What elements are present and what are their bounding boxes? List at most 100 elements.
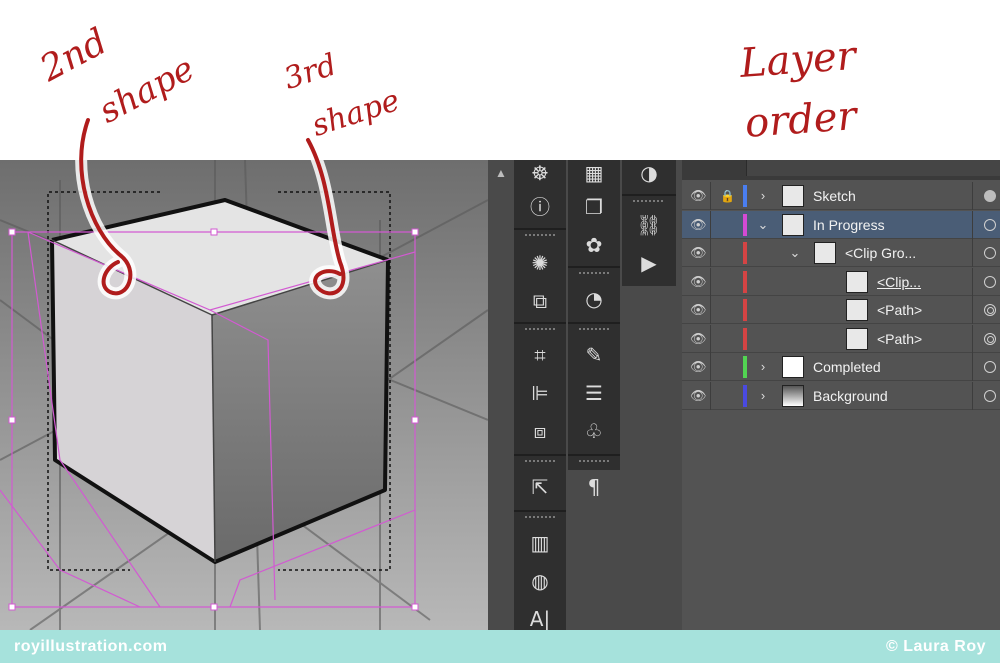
target-circle-icon[interactable]: [984, 218, 996, 231]
panel-grip[interactable]: [579, 272, 609, 276]
chevron-down-icon[interactable]: ⌄: [788, 245, 802, 261]
layer-row[interactable]: 👁 <Clip...: [682, 267, 1000, 296]
layer-row[interactable]: 👁 🔒 › Sketch: [682, 182, 1000, 210]
footer-bar: royillustration.com © Laura Roy: [0, 630, 1000, 663]
layer-name[interactable]: <Path>: [877, 331, 922, 347]
visibility-eye-icon[interactable]: 👁: [690, 274, 707, 290]
target-circle-icon[interactable]: [984, 304, 996, 316]
panel-grip[interactable]: [525, 516, 555, 520]
target-circle-icon[interactable]: [984, 332, 996, 345]
layer-row[interactable]: 👁 ⌄ <Clip Gro...: [682, 239, 1000, 267]
sun-icon[interactable]: ✺: [514, 244, 566, 282]
palette-icon[interactable]: ✿: [568, 226, 620, 264]
annotation-layer: Layer: [738, 33, 858, 87]
column-divider: [710, 267, 711, 296]
visibility-eye-icon[interactable]: 👁: [690, 188, 707, 204]
artboard-canvas[interactable]: [0, 160, 488, 630]
target-circle-icon[interactable]: [984, 247, 996, 259]
target-circle-icon[interactable]: [984, 190, 996, 202]
tool-separator: [622, 194, 676, 196]
layer-color-bar: [743, 384, 747, 407]
column-divider: [710, 296, 711, 324]
layer-row[interactable]: 👁 › Completed: [682, 353, 1000, 381]
layer-name[interactable]: <Clip Gro...: [845, 245, 916, 261]
layer-thumbnail: [782, 213, 804, 236]
chevron-right-icon[interactable]: ›: [756, 359, 770, 375]
layer-thumbnail: [782, 185, 804, 207]
visibility-eye-icon[interactable]: 👁: [690, 331, 707, 347]
lock-toggle[interactable]: [720, 217, 734, 233]
lock-toggle[interactable]: [720, 274, 734, 290]
stroke-icon[interactable]: ◔: [568, 280, 620, 318]
visibility-eye-icon[interactable]: 👁: [690, 245, 707, 261]
target-circle-icon[interactable]: [984, 361, 996, 373]
target-circle-icon[interactable]: [984, 389, 996, 402]
layer-name[interactable]: Sketch: [813, 188, 856, 204]
tool-separator: [514, 228, 566, 230]
visibility-eye-icon[interactable]: 👁: [690, 217, 707, 233]
brushes-icon[interactable]: ✎: [568, 336, 620, 374]
layer-name[interactable]: <Path>: [877, 302, 922, 318]
layer-name[interactable]: <Clip...: [877, 274, 921, 290]
actions-icon[interactable]: ▶: [623, 244, 675, 282]
layer-name[interactable]: Background: [813, 388, 888, 404]
layer-thumbnail: [814, 242, 836, 264]
column-divider: [972, 296, 973, 324]
layer-row[interactable]: 👁 <Path>: [682, 296, 1000, 324]
lock-toggle[interactable]: [720, 388, 734, 404]
tool-column-1: ☸ ⓘ ✺ ⧉ ⌗ ⊫ ⧈ ⇱ ▥ ◍ A|: [514, 160, 566, 631]
target-circle-icon[interactable]: [984, 275, 996, 288]
annotation-order: order: [743, 93, 859, 147]
layer-color-bar: [743, 185, 747, 207]
transparency-icon[interactable]: ◍: [514, 562, 566, 600]
chevron-right-icon[interactable]: ›: [756, 388, 770, 404]
appearance-icon[interactable]: ◑: [623, 154, 675, 192]
annotation-area: 2nd shape 3rd shape Layer order: [0, 0, 1000, 160]
align-icon[interactable]: ⊫: [514, 374, 566, 412]
layer-thumbnail: [846, 299, 868, 321]
lock-toggle[interactable]: [720, 359, 734, 375]
layer-name[interactable]: In Progress: [813, 217, 885, 233]
layer-color-bar: [743, 299, 747, 321]
footer-website[interactable]: royillustration.com: [14, 638, 168, 656]
layer-row[interactable]: 👁 <Path>: [682, 324, 1000, 353]
panel-grip[interactable]: [525, 234, 555, 238]
panel-grip[interactable]: [525, 328, 555, 332]
column-divider: [710, 182, 711, 210]
libraries-icon[interactable]: ❐: [568, 188, 620, 226]
lock-toggle[interactable]: [720, 302, 734, 318]
export-icon[interactable]: ⇱: [514, 468, 566, 506]
gradient-icon[interactable]: ▥: [514, 524, 566, 562]
panel-grip[interactable]: [525, 460, 555, 464]
collapse-arrow-icon[interactable]: ▲: [492, 164, 510, 182]
links-icon[interactable]: ⛓: [623, 206, 675, 244]
panel-grip[interactable]: [579, 328, 609, 332]
chevron-right-icon[interactable]: ›: [756, 188, 770, 204]
column-divider: [972, 210, 973, 239]
layers-panel-tab[interactable]: [746, 160, 1000, 176]
layer-row[interactable]: 👁 › Background: [682, 381, 1000, 410]
visibility-eye-icon[interactable]: 👁: [690, 302, 707, 318]
swatches-icon[interactable]: ▦: [568, 154, 620, 192]
tool-separator: [568, 322, 620, 324]
layers-panel-header: [682, 160, 1000, 180]
chevron-down-icon[interactable]: ⌄: [756, 217, 770, 233]
artboard-icon[interactable]: ⌗: [514, 336, 566, 374]
layer-color-bar: [743, 356, 747, 378]
pathfinder-icon[interactable]: ⧈: [514, 412, 566, 450]
panel-grip[interactable]: [579, 460, 609, 464]
visibility-eye-icon[interactable]: 👁: [690, 388, 707, 404]
info-icon[interactable]: ⓘ: [514, 188, 566, 226]
layer-row[interactable]: 👁 ⌄ In Progress: [682, 210, 1000, 239]
lines-icon[interactable]: ☰: [568, 374, 620, 412]
layer-name[interactable]: Completed: [813, 359, 881, 375]
transform-icon[interactable]: ⧉: [514, 282, 566, 320]
club-icon[interactable]: ♧: [568, 412, 620, 450]
lock-icon[interactable]: 🔒: [720, 188, 735, 204]
lock-toggle[interactable]: [720, 331, 734, 347]
paragraph-icon[interactable]: ¶: [568, 468, 620, 506]
panel-grip[interactable]: [633, 200, 663, 204]
visibility-eye-icon[interactable]: 👁: [690, 359, 707, 375]
lock-toggle[interactable]: [720, 245, 734, 261]
wheel-icon[interactable]: ☸: [514, 154, 566, 192]
